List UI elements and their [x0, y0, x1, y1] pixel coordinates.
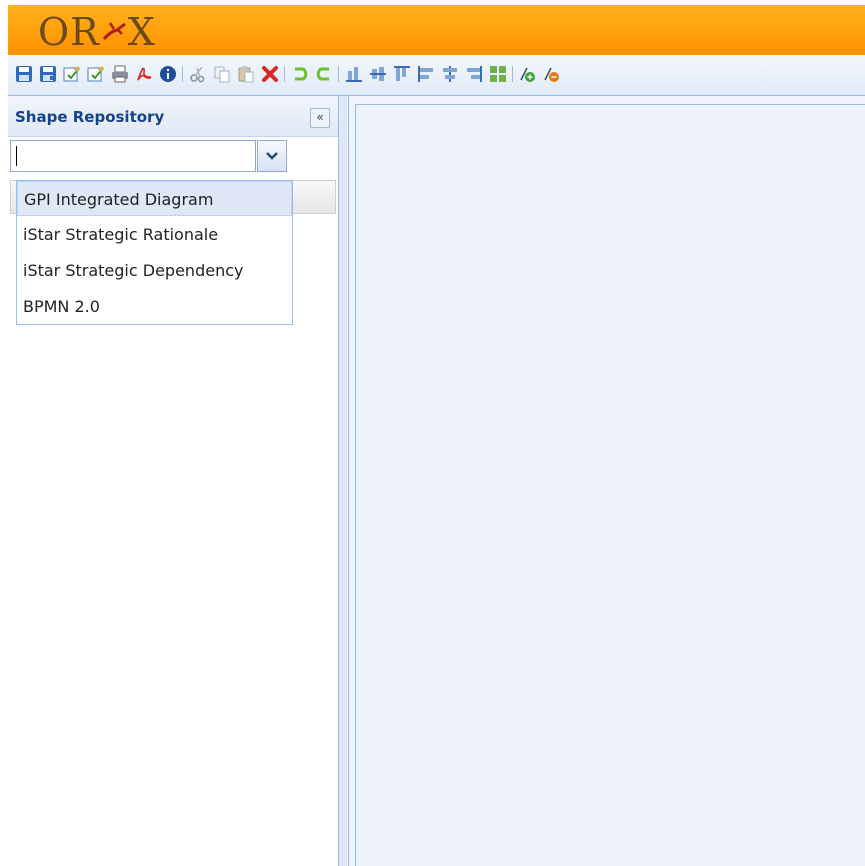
redo-icon[interactable]: [314, 64, 334, 84]
diagram-canvas[interactable]: [355, 104, 865, 866]
undo-icon[interactable]: [290, 64, 310, 84]
align-center-icon[interactable]: [440, 64, 460, 84]
editor-center-panel: [348, 96, 865, 866]
toolbar-separator: [512, 66, 513, 82]
chevron-down-icon: [266, 152, 278, 160]
delete-icon[interactable]: [260, 64, 280, 84]
oryx-logo: OR X: [38, 11, 156, 53]
dropdown-option[interactable]: GPI Integrated Diagram: [17, 181, 292, 216]
info-icon[interactable]: [158, 64, 178, 84]
align-middle-icon[interactable]: [368, 64, 388, 84]
oryx-editor: OR X Shape Repository « GPI Integrated D…: [0, 0, 865, 866]
toolbar-separator: [338, 66, 339, 82]
panel-splitter[interactable]: [339, 96, 347, 866]
edit-properties-icon[interactable]: [62, 64, 82, 84]
logo-text-right: X: [127, 10, 156, 54]
stencil-set-dropdown: GPI Integrated Diagram iStar Strategic R…: [16, 180, 293, 325]
panel-title: Shape Repository: [15, 108, 165, 126]
logo-mark-icon: [102, 22, 126, 40]
paste-icon[interactable]: [236, 64, 256, 84]
add-docker-icon[interactable]: [518, 64, 538, 84]
stencil-set-input[interactable]: [10, 140, 256, 172]
align-bottom-icon[interactable]: [344, 64, 364, 84]
stencil-set-combo[interactable]: [10, 140, 287, 174]
dropdown-option[interactable]: iStar Strategic Dependency: [17, 253, 292, 288]
combo-trigger-button[interactable]: [257, 140, 287, 172]
dropdown-option[interactable]: iStar Strategic Rationale: [17, 217, 292, 252]
remove-docker-icon[interactable]: [542, 64, 562, 84]
align-right-icon[interactable]: [464, 64, 484, 84]
print-icon[interactable]: [110, 64, 130, 84]
panel-header: Shape Repository «: [8, 96, 338, 137]
align-left-icon[interactable]: [416, 64, 436, 84]
pdf-export-icon[interactable]: [134, 64, 154, 84]
collapse-panel-button[interactable]: «: [310, 108, 330, 128]
main-toolbar: [8, 55, 865, 96]
same-size-icon[interactable]: [488, 64, 508, 84]
dropdown-option[interactable]: BPMN 2.0: [17, 289, 292, 324]
cut-icon[interactable]: [188, 64, 208, 84]
save-as-icon[interactable]: [38, 64, 58, 84]
toolbar-separator: [182, 66, 183, 82]
edit-properties-alt-icon[interactable]: [86, 64, 106, 84]
copy-icon[interactable]: [212, 64, 232, 84]
text-cursor: [16, 146, 17, 166]
toolbar-separator: [284, 66, 285, 82]
save-icon[interactable]: [14, 64, 34, 84]
align-top-icon[interactable]: [392, 64, 412, 84]
logo-text-left: OR: [38, 10, 100, 54]
app-header: OR X: [8, 5, 865, 55]
